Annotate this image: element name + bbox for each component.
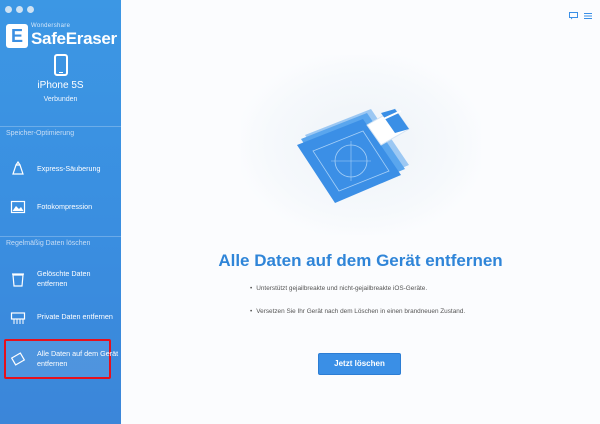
section-label-erase: Regelmäßig Daten löschen <box>6 240 91 247</box>
phone-icon <box>53 54 68 76</box>
trash-icon <box>10 271 26 287</box>
device-name: iPhone 5S <box>37 80 84 91</box>
document-eraser-illustration <box>291 95 431 220</box>
main-panel: Alle Daten auf dem Gerät entfernen • Unt… <box>121 0 600 424</box>
device-info: iPhone 5S Verbunden <box>0 54 121 103</box>
sidebar-item-private-data[interactable]: Private Daten entfernen <box>0 302 121 332</box>
app-window: E Wondershare SafeEraser iPhone 5S Verbu… <box>0 0 600 424</box>
eraser-icon <box>10 351 26 367</box>
list-item: • Unterstützt gejailbreakte und nicht-ge… <box>250 285 465 292</box>
sidebar-item-label: Private Daten entfernen <box>37 312 113 321</box>
feature-list: • Unterstützt gejailbreakte und nicht-ge… <box>250 285 465 331</box>
divider <box>0 236 121 237</box>
bullet-marker: • <box>250 308 253 315</box>
brand-logo-icon: E <box>6 23 28 48</box>
page-title: Alle Daten auf dem Gerät entfernen <box>218 251 503 270</box>
shredder-icon <box>10 309 26 325</box>
bullet-marker: • <box>250 285 253 292</box>
brand-name: SafeEraser <box>31 29 117 48</box>
feedback-icon[interactable] <box>569 7 578 25</box>
bullet-text: Unterstützt gejailbreakte und nicht-geja… <box>256 285 428 292</box>
sidebar-item-deleted-data[interactable]: Gelöschte Daten entfernen <box>0 264 121 294</box>
erase-now-button[interactable]: Jetzt löschen <box>318 353 401 375</box>
list-item: • Versetzen Sie Ihr Gerät nach dem Lösch… <box>250 308 465 315</box>
bullet-text: Versetzen Sie Ihr Gerät nach dem Löschen… <box>256 308 466 315</box>
sidebar: E Wondershare SafeEraser iPhone 5S Verbu… <box>0 0 121 424</box>
photo-icon <box>10 199 26 215</box>
sidebar-item-erase-all[interactable]: Alle Daten auf dem Gerät entfernen <box>0 344 121 374</box>
sidebar-item-label: Fotokompression <box>37 202 93 211</box>
sidebar-item-express-cleanup[interactable]: Express-Säuberung <box>0 154 121 184</box>
device-status: Verbunden <box>43 96 78 103</box>
top-toolbar <box>569 7 592 25</box>
section-label-storage: Speicher-Optimierung <box>6 130 75 137</box>
sidebar-item-photo-compression[interactable]: Fotokompression <box>0 192 121 222</box>
window-controls <box>5 6 34 13</box>
sidebar-item-label: Gelöschte Daten entfernen <box>37 269 91 288</box>
zoom-window-button[interactable] <box>27 6 34 13</box>
divider <box>0 126 121 127</box>
sidebar-item-label: Alle Daten auf dem Gerät entfernen <box>37 349 119 368</box>
minimize-window-button[interactable] <box>16 6 23 13</box>
close-window-button[interactable] <box>5 6 12 13</box>
menu-icon[interactable] <box>584 7 592 25</box>
broom-icon <box>10 161 26 177</box>
sidebar-item-label: Express-Säuberung <box>37 164 101 173</box>
brand: E Wondershare SafeEraser <box>6 23 117 48</box>
